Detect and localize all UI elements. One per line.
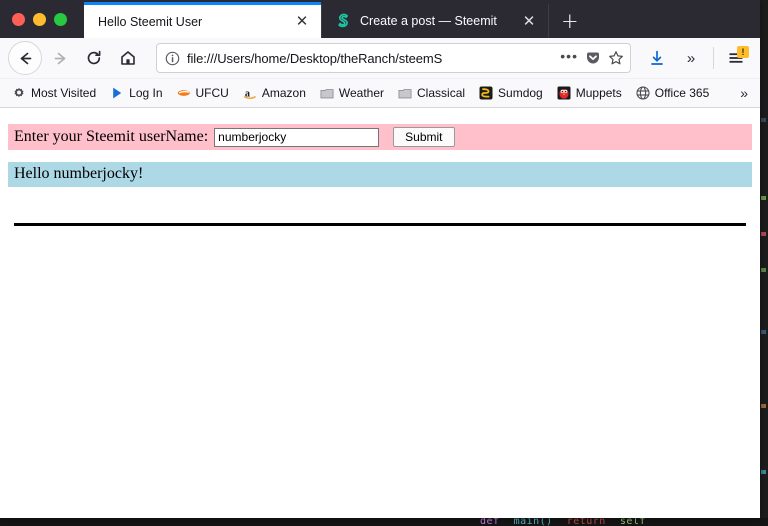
- close-window-button[interactable]: [12, 12, 25, 26]
- bookmark-amazon[interactable]: a Amazon: [237, 83, 312, 103]
- tab-title: Hello Steemit User: [98, 14, 203, 29]
- username-form-band: Enter your Steemit userName: Submit: [8, 124, 752, 150]
- home-button[interactable]: [112, 42, 144, 74]
- forward-arrow-icon: [54, 52, 65, 64]
- globe-icon: [636, 86, 650, 100]
- bookmarks-overflow-button[interactable]: »: [734, 85, 754, 101]
- bookmark-label: Muppets: [575, 86, 622, 100]
- url-bar[interactable]: file:///Users/home/Desktop/theRanch/stee…: [156, 43, 631, 73]
- bookmark-office-365[interactable]: Office 365: [630, 83, 715, 103]
- muppets-elmo-icon: [557, 86, 571, 100]
- page-actions-icon[interactable]: •••: [560, 49, 578, 65]
- backdrop-code-fragment: main(): [513, 518, 553, 526]
- bookmark-star-icon[interactable]: [608, 50, 624, 66]
- close-tab-icon[interactable]: ✕: [293, 14, 311, 29]
- backdrop-code-fragment: self: [619, 518, 646, 526]
- back-arrow-icon: [20, 52, 31, 64]
- backdrop-code-text-bottom: def main() return self: [480, 518, 660, 526]
- bookmark-label: Amazon: [261, 86, 306, 100]
- menu-update-badge: !: [737, 46, 749, 58]
- url-text[interactable]: file:///Users/home/Desktop/theRanch/stee…: [187, 51, 553, 66]
- play-triangle-icon: [110, 86, 124, 100]
- bookmark-weather[interactable]: Weather: [314, 83, 390, 103]
- backdrop-right-strip: [760, 0, 768, 526]
- bookmark-sumdog[interactable]: Sumdog: [473, 83, 549, 103]
- backdrop-fleck: [761, 470, 766, 474]
- backdrop-fleck: [761, 404, 766, 408]
- zoom-window-button[interactable]: [54, 12, 67, 26]
- submit-button[interactable]: Submit: [393, 127, 455, 147]
- backdrop-fleck: [761, 330, 766, 334]
- backdrop-code-fragment: return: [566, 518, 606, 526]
- folder-icon: [398, 86, 412, 100]
- sumdog-icon: [479, 86, 493, 100]
- horizontal-rule: [14, 223, 746, 226]
- folder-icon: [320, 86, 334, 100]
- backdrop-bottom-strip: def main() return self: [0, 518, 768, 526]
- reload-button[interactable]: [78, 42, 110, 74]
- window-controls: [0, 0, 84, 38]
- home-icon: [121, 51, 135, 65]
- backdrop-code-fragment: def: [480, 518, 500, 526]
- backdrop-fleck: [761, 232, 766, 236]
- bookmark-muppets[interactable]: Muppets: [551, 83, 628, 103]
- bookmark-label: UFCU: [195, 86, 229, 100]
- ufcu-swoosh-icon: [177, 86, 191, 100]
- bookmark-most-visited[interactable]: Most Visited: [6, 83, 102, 103]
- bookmark-ufcu[interactable]: UFCU: [171, 83, 235, 103]
- steemit-logo-icon: [338, 13, 349, 28]
- bookmark-label: Office 365: [654, 86, 710, 100]
- forward-button[interactable]: [44, 42, 76, 74]
- toolbar-divider: [713, 47, 714, 69]
- close-tab-icon[interactable]: ✕: [520, 13, 538, 29]
- bookmark-label: Classical: [417, 86, 466, 100]
- navigation-toolbar: file:///Users/home/Desktop/theRanch/stee…: [0, 38, 760, 79]
- backdrop-fleck: [761, 118, 766, 122]
- downloads-button[interactable]: [641, 42, 673, 74]
- site-identity-icon[interactable]: [165, 51, 180, 66]
- tab-strip: Hello Steemit User ✕ Create a post — Ste…: [0, 0, 760, 38]
- back-button[interactable]: [8, 41, 42, 75]
- pocket-icon[interactable]: [585, 50, 601, 66]
- backdrop-fleck: [761, 268, 766, 272]
- download-arrow-icon: [651, 50, 663, 65]
- bookmark-classical[interactable]: Classical: [392, 83, 471, 103]
- bookmark-label: Weather: [338, 86, 385, 100]
- reload-icon: [87, 50, 101, 65]
- bookmark-label: Sumdog: [498, 86, 543, 100]
- backdrop-fleck: [761, 196, 766, 200]
- gear-icon: [12, 86, 26, 100]
- app-menu-button[interactable]: !: [720, 42, 752, 74]
- tab-create-a-post-steemit[interactable]: Create a post — Steemit ✕: [321, 4, 549, 38]
- browser-window: Hello Steemit User ✕ Create a post — Ste…: [0, 0, 760, 518]
- minimize-window-button[interactable]: [33, 12, 46, 26]
- new-tab-button[interactable]: +: [549, 4, 591, 38]
- toolbar-overflow-button[interactable]: »: [675, 42, 707, 74]
- username-input[interactable]: [214, 127, 380, 147]
- username-form-label: Enter your Steemit userName:: [14, 128, 209, 145]
- bookmark-label: Log In: [129, 86, 163, 100]
- bookmark-label: Most Visited: [31, 86, 97, 100]
- tab-title: Create a post — Steemit: [360, 14, 497, 28]
- amazon-a-icon: a: [243, 86, 257, 100]
- greeting-band: Hello numberjocky!: [8, 162, 752, 187]
- page-content: Enter your Steemit userName: Submit Hell…: [0, 108, 760, 518]
- bookmark-log-in[interactable]: Log In: [104, 83, 168, 103]
- tab-hello-steemit-user[interactable]: Hello Steemit User ✕: [84, 2, 321, 38]
- bookmarks-bar: Most Visited Log In UFCU a Amazon Weathe…: [0, 79, 760, 108]
